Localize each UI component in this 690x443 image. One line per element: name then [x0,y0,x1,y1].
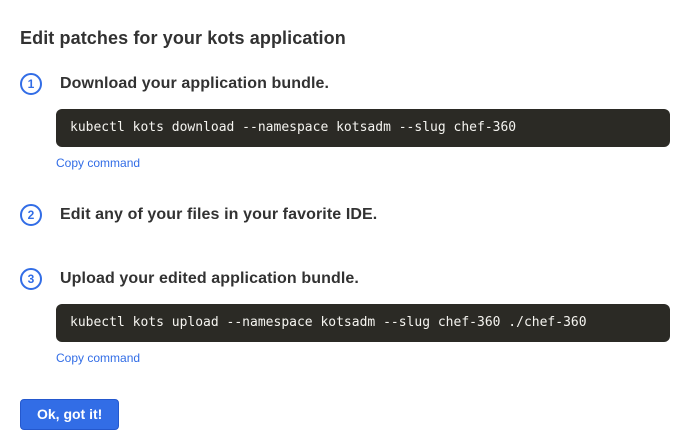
step-edit: 2 Edit any of your files in your favorit… [20,204,670,226]
download-command-snippet: kubectl kots download --namespace kotsad… [56,109,670,147]
step-header: 1 Download your application bundle. [20,73,670,95]
step-body: kubectl kots upload --namespace kotsadm … [56,304,670,367]
step-upload: 3 Upload your edited application bundle.… [20,268,670,367]
step-header: 2 Edit any of your files in your favorit… [20,204,670,226]
step-download: 1 Download your application bundle. kube… [20,73,670,172]
step-title: Upload your edited application bundle. [60,270,359,288]
upload-command-snippet: kubectl kots upload --namespace kotsadm … [56,304,670,342]
step-number-badge: 3 [20,268,42,290]
step-number-badge: 1 [20,73,42,95]
ok-got-it-button[interactable]: Ok, got it! [20,399,119,430]
step-title: Edit any of your files in your favorite … [60,206,377,224]
step-title: Download your application bundle. [60,75,329,93]
copy-download-command-link[interactable]: Copy command [56,156,140,170]
step-number-badge: 2 [20,204,42,226]
page-title: Edit patches for your kots application [20,28,670,49]
step-body: kubectl kots download --namespace kotsad… [56,109,670,172]
edit-patches-panel: Edit patches for your kots application 1… [0,0,690,443]
copy-upload-command-link[interactable]: Copy command [56,351,140,365]
step-header: 3 Upload your edited application bundle. [20,268,670,290]
